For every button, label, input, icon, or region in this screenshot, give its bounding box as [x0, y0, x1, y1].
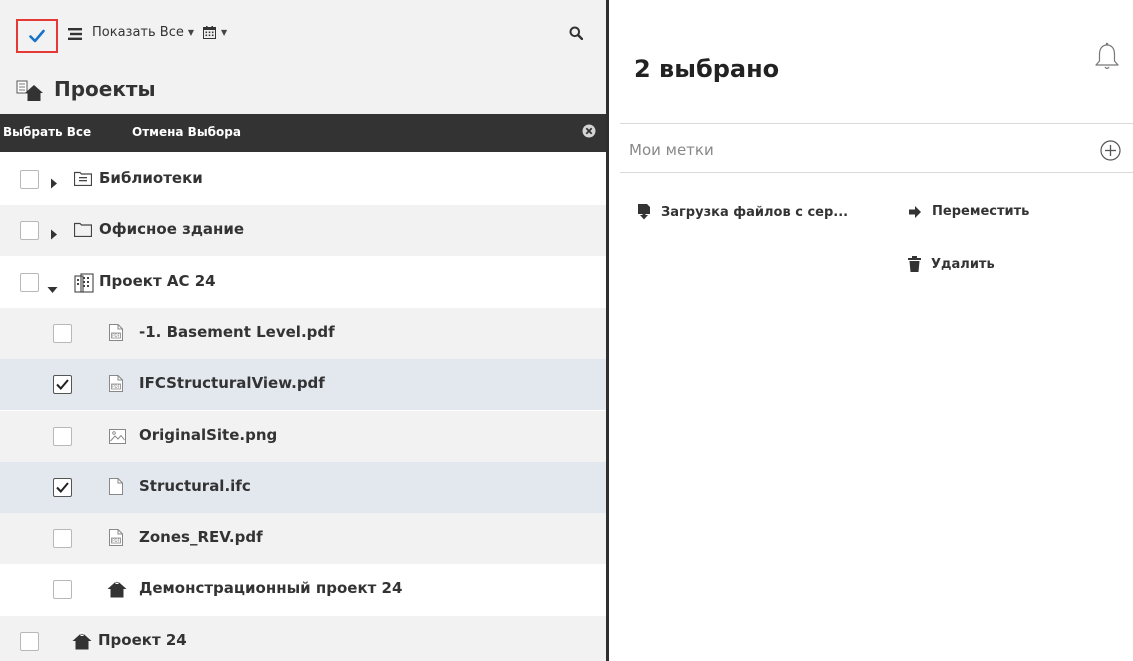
tree-row[interactable]: PDF -1. Basement Level.pdf [0, 307, 606, 359]
select-mode-button[interactable] [16, 19, 58, 53]
tags-label: Мои метки [629, 141, 714, 159]
row-checkbox[interactable] [20, 221, 39, 241]
svg-text:PDF: PDF [112, 538, 120, 543]
row-checkbox[interactable] [20, 272, 39, 292]
calendar-icon [203, 26, 216, 39]
selection-details-panel: 2 выбрано Мои метки Загрузка файлов с се… [609, 0, 1133, 661]
tree-row[interactable]: OriginalSite.png [0, 410, 606, 462]
tree-row-label: Проект AC 24 [99, 271, 216, 290]
tree-row[interactable]: PDF IFCStructuralView.pdf [0, 359, 606, 411]
caret-right-icon[interactable] [50, 225, 58, 244]
tree-row[interactable]: Офисное здание [0, 205, 606, 257]
tree-row-label: OriginalSite.png [139, 425, 278, 444]
arrow-right-icon [909, 205, 921, 218]
checkmark-icon [56, 482, 69, 493]
tree-row[interactable]: Structural.ifc [0, 461, 606, 513]
tree-row[interactable]: Проект AC 24 [0, 256, 606, 308]
tree-row[interactable]: Библиотеки [0, 154, 606, 205]
caret-down-icon[interactable] [47, 279, 58, 298]
pdf-file-icon: PDF [109, 375, 123, 396]
pdf-file-icon: PDF [109, 529, 123, 550]
folder-icon [73, 221, 93, 241]
chevron-down-icon: ▼ [187, 28, 195, 37]
download-icon [638, 204, 650, 220]
tree-row-label: Библиотеки [99, 169, 203, 187]
move-label: Переместить [932, 204, 1030, 219]
row-checkbox[interactable] [20, 170, 39, 189]
tree-row[interactable]: Проект 24 [0, 615, 606, 661]
project-house-icon [107, 580, 127, 602]
project-browser-panel: Показать Все ▼ ▼ Проекты Выбрать Все Отм… [0, 0, 606, 661]
download-files-label: Загрузка файлов с сер... [661, 204, 849, 220]
show-filter-dropdown[interactable]: Показать Все ▼ [92, 25, 194, 40]
close-icon[interactable] [582, 124, 596, 138]
tree-row[interactable]: Демонстрационный проект 24 [0, 564, 606, 616]
svg-text:PDF: PDF [112, 384, 120, 389]
delete-label: Удалить [931, 256, 995, 272]
tree-row-label: -1. Basement Level.pdf [139, 322, 335, 341]
row-checkbox[interactable] [20, 631, 39, 651]
projects-icon [16, 80, 43, 101]
row-checkbox[interactable] [53, 529, 72, 549]
checkmark-icon [56, 379, 69, 391]
download-files-button[interactable]: Загрузка файлов с сер... [637, 204, 848, 220]
search-icon[interactable] [569, 26, 583, 40]
project-house-icon [72, 631, 92, 654]
list-icon[interactable] [68, 28, 82, 40]
row-checkbox[interactable] [53, 580, 72, 600]
row-checkbox[interactable] [53, 375, 72, 395]
image-file-icon [109, 428, 126, 448]
browser-toolbar: Показать Все ▼ ▼ [0, 0, 606, 58]
tree-row-label: Проект 24 [98, 630, 187, 649]
selection-bar: Выбрать Все Отмена Выбора [0, 114, 606, 152]
row-checkbox[interactable] [53, 323, 72, 343]
show-filter-label: Показать Все [92, 25, 184, 40]
cancel-selection-button[interactable]: Отмена Выбора [132, 125, 241, 139]
tree-row-label: Офисное здание [99, 220, 245, 239]
tree-row-label: Structural.ifc [139, 476, 251, 495]
move-button[interactable]: Переместить [908, 204, 1029, 219]
tree-row-label: IFCStructuralView.pdf [139, 374, 325, 393]
row-checkbox[interactable] [53, 426, 72, 446]
divider [620, 172, 1133, 173]
library-folder-icon [73, 170, 93, 190]
bell-icon[interactable] [1094, 42, 1120, 72]
caret-right-icon[interactable] [50, 174, 58, 193]
select-all-button[interactable]: Выбрать Все [3, 125, 91, 139]
date-filter-dropdown[interactable]: ▼ [203, 26, 227, 39]
divider [620, 123, 1133, 124]
pdf-file-icon: PDF [109, 323, 123, 345]
tree-row[interactable]: PDF Zones_REV.pdf [0, 513, 606, 565]
building-icon [74, 273, 94, 297]
svg-text:PDF: PDF [112, 333, 120, 338]
file-icon [109, 477, 123, 499]
add-tag-icon[interactable] [1100, 140, 1121, 161]
trash-icon [908, 256, 921, 272]
tree-row-label: Zones_REV.pdf [139, 528, 263, 547]
page-title: Проекты [54, 77, 156, 101]
tree-row-label: Демонстрационный проект 24 [139, 579, 403, 598]
chevron-down-icon: ▼ [221, 28, 228, 37]
delete-button[interactable]: Удалить [908, 256, 995, 272]
check-icon [29, 29, 45, 43]
row-checkbox[interactable] [53, 477, 72, 497]
selected-count-title: 2 выбрано [634, 55, 780, 83]
